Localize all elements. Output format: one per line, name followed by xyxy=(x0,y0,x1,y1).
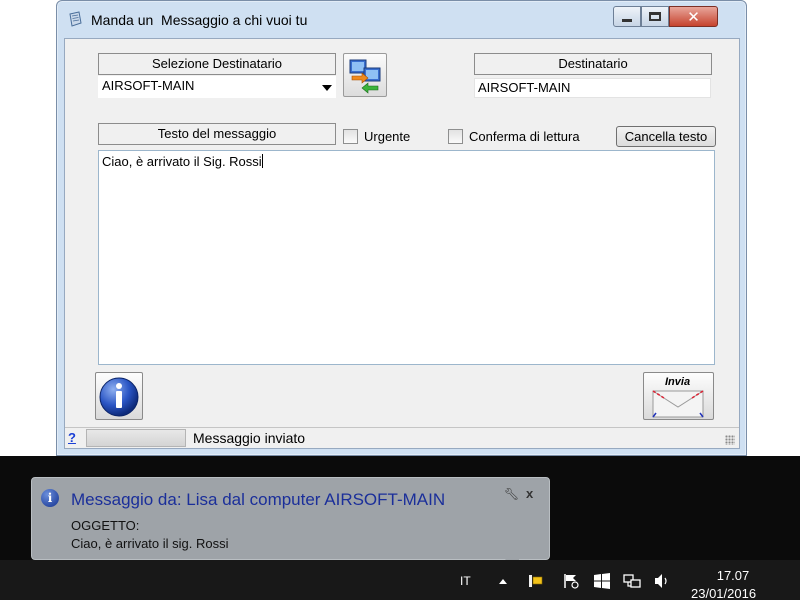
clock-time[interactable]: 17.07 xyxy=(713,568,753,583)
notification-body: Ciao, è arrivato il sig. Rossi xyxy=(71,536,229,551)
read-receipt-option[interactable]: Conferma di lettura xyxy=(448,127,580,145)
notification-balloon[interactable]: i Messaggio da: Lisa dal computer AIRSOF… xyxy=(31,477,550,560)
recipient-header: Destinatario xyxy=(474,53,712,75)
status-bar: ? Messaggio inviato xyxy=(65,427,739,448)
message-header: Testo del messaggio xyxy=(98,123,336,145)
status-text: Messaggio inviato xyxy=(193,430,306,446)
notification-close-icon[interactable]: x xyxy=(526,486,533,501)
network-icon[interactable] xyxy=(623,572,641,590)
show-hidden-icons-icon[interactable] xyxy=(499,579,507,584)
speaker-icon[interactable] xyxy=(653,572,671,590)
message-window: Manda un Messaggio a chi vuoi tu ✕ Selez… xyxy=(56,0,747,456)
urgent-option[interactable]: Urgente xyxy=(343,127,410,145)
clear-text-button[interactable]: Cancella testo xyxy=(616,126,716,147)
network-computers-icon xyxy=(349,59,381,94)
info-icon: i xyxy=(41,489,59,507)
chevron-down-icon[interactable] xyxy=(322,85,332,91)
recipient-select-value: AIRSOFT-MAIN xyxy=(102,78,195,93)
recipient-select-header: Selezione Destinatario xyxy=(98,53,336,75)
minimize-button[interactable] xyxy=(613,6,641,27)
window-title: Manda un Messaggio a chi vuoi tu xyxy=(91,12,308,28)
add-recipient-button[interactable] xyxy=(343,53,387,97)
maximize-icon xyxy=(649,12,661,21)
text-caret xyxy=(261,154,263,168)
notepad-icon xyxy=(69,11,82,27)
send-button[interactable]: Invia xyxy=(643,372,714,420)
clock-date[interactable]: 23/01/2016 xyxy=(691,586,756,600)
language-indicator[interactable]: IT xyxy=(460,574,471,588)
minimize-icon xyxy=(622,19,632,22)
help-link[interactable]: ? xyxy=(68,430,76,445)
windows-logo-icon[interactable] xyxy=(593,572,611,590)
messenger-tray-icon[interactable] xyxy=(527,572,545,590)
wrench-icon[interactable]: 🔧︎ xyxy=(504,487,519,501)
taskbar: IT 17.07 23/01/2016 xyxy=(0,560,800,600)
close-button[interactable]: ✕ xyxy=(669,6,718,27)
notification-subject-label: OGGETTO: xyxy=(71,518,140,533)
urgent-label: Urgente xyxy=(364,128,411,144)
message-textarea[interactable]: Ciao, è arrivato il Sig. Rossi xyxy=(98,150,715,365)
read-receipt-label: Conferma di lettura xyxy=(469,128,580,144)
progress-bar xyxy=(86,429,186,447)
maximize-button[interactable] xyxy=(641,6,669,27)
info-icon xyxy=(99,377,139,417)
info-button[interactable] xyxy=(95,372,143,420)
window-client-area: Selezione Destinatario AIRSOFT-MAIN Dest… xyxy=(64,38,740,449)
title-bar[interactable]: Manda un Messaggio a chi vuoi tu ✕ xyxy=(57,1,746,38)
read-receipt-checkbox[interactable] xyxy=(448,128,463,144)
recipient-select-dropdown[interactable]: AIRSOFT-MAIN xyxy=(98,76,336,98)
message-text: Ciao, è arrivato il Sig. Rossi xyxy=(102,154,262,169)
resize-grip-icon[interactable] xyxy=(725,435,735,445)
action-center-flag-icon[interactable] xyxy=(562,572,580,590)
urgent-checkbox[interactable] xyxy=(343,128,358,144)
send-label: Invia xyxy=(665,376,691,388)
notification-title: Messaggio da: Lisa dal computer AIRSOFT-… xyxy=(71,490,446,509)
recipient-field[interactable]: AIRSOFT-MAIN xyxy=(474,78,711,98)
close-icon: ✕ xyxy=(687,7,700,26)
